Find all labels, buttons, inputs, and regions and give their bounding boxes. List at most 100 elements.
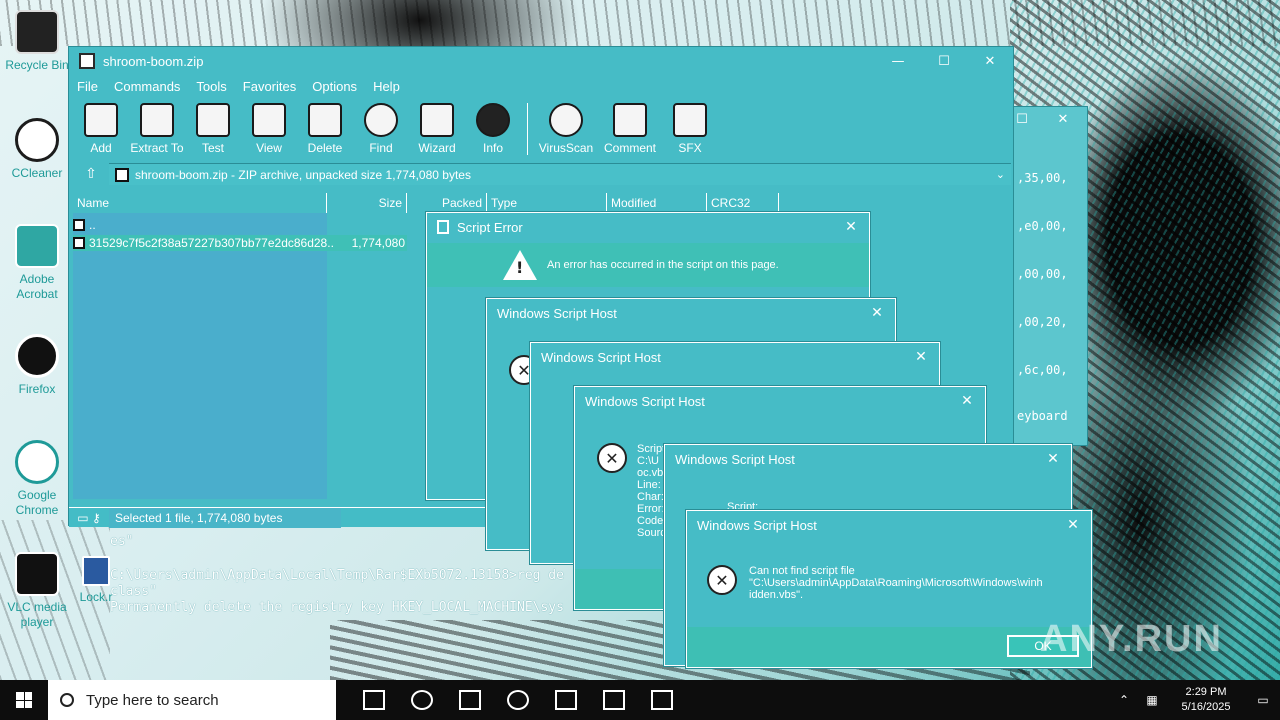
desktop-icon-chrome[interactable]: Google Chrome [2, 440, 72, 518]
delete-button[interactable]: Delete [297, 103, 353, 155]
windows-logo-icon [16, 692, 32, 708]
menu-bar: File Commands Tools Favorites Options He… [69, 75, 1013, 97]
info-icon [476, 103, 510, 137]
file-explorer-icon[interactable] [446, 680, 494, 720]
size-column-pane [327, 213, 407, 499]
winrar-icon [79, 53, 95, 69]
test-button[interactable]: Test [185, 103, 241, 155]
close-icon[interactable]: ✕ [1043, 449, 1063, 469]
up-arrow-icon[interactable]: ⇧ [73, 163, 109, 185]
error-icon: ✕ [707, 565, 737, 595]
ccleaner-icon [15, 118, 59, 162]
error-icon: ✕ [597, 443, 627, 473]
desktop-icon-ccleaner[interactable]: CCleaner [2, 118, 72, 181]
comment-button[interactable]: Comment [598, 103, 662, 155]
window-title: shroom-boom.zip [103, 53, 204, 69]
drive-icon: ▭ ⚷ [77, 510, 101, 525]
sfx-button[interactable]: SFX [662, 103, 718, 155]
maximize-icon[interactable]: ☐ [921, 49, 967, 73]
clock[interactable]: 2:29 PM 5/16/2025 [1166, 685, 1246, 715]
wand-icon [420, 103, 454, 137]
find-button[interactable]: Find [353, 103, 409, 155]
maximize-icon[interactable]: ☐ [1013, 107, 1031, 131]
network-icon[interactable]: ▦ [1138, 680, 1166, 720]
acrobat-icon [15, 224, 59, 268]
column-name[interactable]: Name [73, 193, 327, 213]
hex-line: ,e0,00, [1017, 219, 1068, 233]
search-input[interactable]: Type here to search [48, 680, 336, 720]
script-host-taskbar-icon[interactable] [638, 680, 686, 720]
list-item[interactable]: .. [73, 217, 407, 233]
warning-icon: ! [503, 250, 537, 280]
terminal-line: class" [110, 584, 157, 599]
error-message: Can not find script file "C:\Users\admin… [749, 565, 1043, 601]
vlc-icon [15, 552, 59, 596]
winrar-taskbar-icon[interactable] [590, 680, 638, 720]
notification-icon[interactable]: ⌃ [1110, 680, 1138, 720]
system-tray: ⌃ ▦ 2:29 PM 5/16/2025 ▭ [1110, 680, 1280, 720]
close-icon[interactable]: ✕ [841, 217, 861, 237]
desktop-icon-recycle-bin[interactable]: Recycle Bin [2, 10, 72, 73]
close-icon[interactable]: ✕ [957, 391, 977, 411]
info-button[interactable]: Info [465, 103, 521, 155]
hex-editor-window[interactable]: ☐ ✕ ,35,00, ,e0,00, ,00,00, ,00,20, ,6c,… [1012, 106, 1088, 446]
chevron-down-icon[interactable]: ⌄ [996, 168, 1005, 181]
test-icon [196, 103, 230, 137]
window-titlebar[interactable]: shroom-boom.zip [69, 47, 1013, 75]
minimize-icon[interactable]: — [875, 49, 921, 73]
folder-up-icon [73, 219, 85, 231]
hex-line: eyboard [1017, 409, 1068, 423]
search-icon [60, 693, 74, 707]
column-type[interactable]: Type [487, 193, 607, 213]
column-modified[interactable]: Modified [607, 193, 707, 213]
status-text: Selected 1 file, 1,774,080 bytes [109, 507, 341, 528]
menu-tools[interactable]: Tools [196, 79, 226, 94]
start-button[interactable] [0, 680, 48, 720]
file-list-pane[interactable] [73, 213, 327, 499]
desktop-icon-vlc[interactable]: VLC media player [2, 552, 72, 630]
terminal-line: es" [110, 534, 134, 549]
close-icon[interactable]: ✕ [911, 347, 931, 367]
task-view-icon[interactable] [350, 680, 398, 720]
add-button[interactable]: Add [73, 103, 129, 155]
desktop-icon-acrobat[interactable]: Adobe Acrobat [2, 224, 72, 302]
close-icon[interactable]: ✕ [1043, 107, 1083, 131]
column-crc32[interactable]: CRC32 [707, 193, 779, 213]
menu-help[interactable]: Help [373, 79, 400, 94]
close-icon[interactable]: ✕ [867, 303, 887, 323]
column-packed[interactable]: Packed [407, 193, 487, 213]
virusscan-button[interactable]: VirusScan [534, 103, 598, 155]
file-icon [73, 237, 85, 249]
taskbar-apps [350, 680, 686, 720]
terminal-icon[interactable] [542, 680, 590, 720]
dialog-titlebar: Windows Script Host [585, 393, 705, 409]
desktop-icon-firefox[interactable]: Firefox [2, 334, 72, 397]
wizard-button[interactable]: Wizard [409, 103, 465, 155]
dialog-titlebar: Windows Script Host [675, 451, 795, 467]
hex-line: ,00,20, [1017, 315, 1068, 329]
taskbar: Type here to search ⌃ ▦ 2:29 PM 5/16/202… [0, 680, 1280, 720]
close-icon[interactable]: ✕ [1063, 515, 1083, 535]
sfx-icon [673, 103, 707, 137]
magnifier-icon [364, 103, 398, 137]
trash-icon [308, 103, 342, 137]
menu-commands[interactable]: Commands [114, 79, 180, 94]
menu-file[interactable]: File [77, 79, 98, 94]
firefox-icon [15, 334, 59, 378]
action-center-icon[interactable]: ▭ [1246, 680, 1280, 720]
edge-icon[interactable] [398, 680, 446, 720]
table-row[interactable]: 31529c7f5c2f38a57227b307bb77e2dc86d28...… [73, 235, 407, 251]
firefox-taskbar-icon[interactable] [494, 680, 542, 720]
dialog-titlebar: Windows Script Host [541, 349, 661, 365]
view-button[interactable]: View [241, 103, 297, 155]
wsh-error-dialog[interactable]: Windows Script Host ✕ ✕ Can not find scr… [686, 510, 1092, 668]
close-icon[interactable]: ✕ [967, 49, 1013, 73]
path-field[interactable]: shroom-boom.zip - ZIP archive, unpacked … [109, 163, 1011, 185]
menu-favorites[interactable]: Favorites [243, 79, 296, 94]
menu-options[interactable]: Options [312, 79, 357, 94]
hex-line: ,35,00, [1017, 171, 1068, 185]
path-bar: ⇧ shroom-boom.zip - ZIP archive, unpacke… [73, 163, 1011, 185]
column-size[interactable]: Size [327, 193, 407, 213]
toolbar-separator [527, 103, 528, 155]
extract-to-button[interactable]: Extract To [129, 103, 185, 155]
